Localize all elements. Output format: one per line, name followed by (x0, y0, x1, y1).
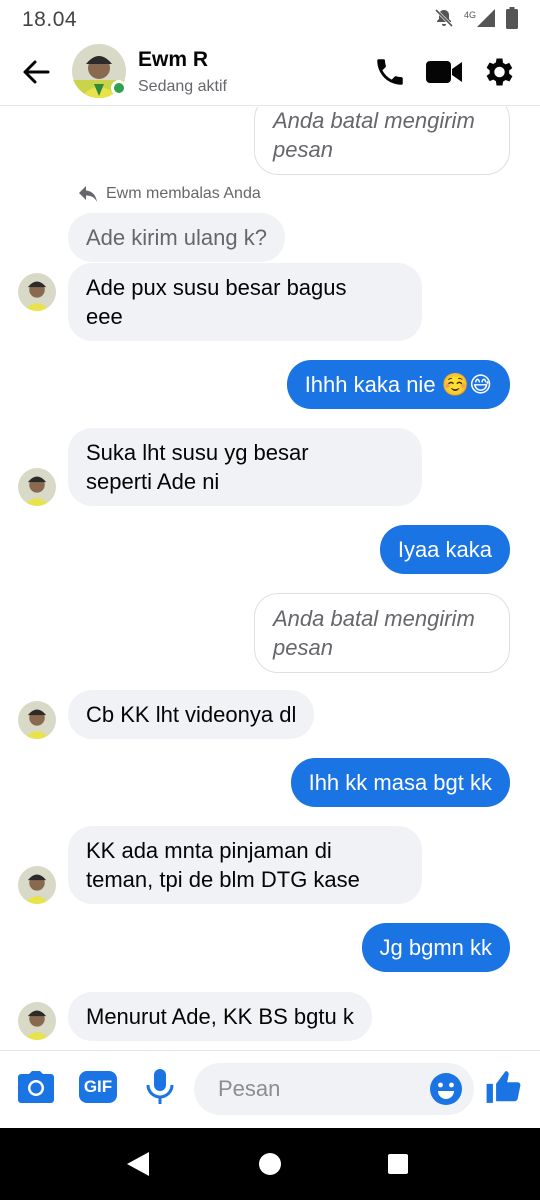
status-icons: 4G (434, 6, 518, 34)
message-bubble-outgoing[interactable]: Ihh kk masa bgt kk (290, 758, 510, 807)
message-bubble-outgoing[interactable]: Ihhh kaka nie ☺️😅 (286, 360, 510, 409)
like-button[interactable] (484, 1067, 524, 1107)
gif-button[interactable]: GIF (78, 1067, 118, 1107)
camera-button[interactable] (16, 1067, 56, 1107)
microphone-icon (146, 1069, 174, 1104)
network-label: 4G (463, 10, 476, 20)
video-call-button[interactable] (424, 52, 464, 92)
contact-avatar-small (18, 273, 56, 311)
recents-square-icon (388, 1154, 408, 1174)
quoted-message[interactable]: Ade kirim ulang k? (68, 213, 285, 262)
status-bar: 18.04 4G (0, 0, 540, 40)
message-bubble-incoming[interactable]: KK ada mnta pinjaman di teman, tpi de bl… (68, 826, 422, 904)
battery-icon (506, 6, 518, 34)
camera-icon (18, 1071, 54, 1103)
system-navigation-bar (0, 1128, 540, 1200)
conversation-header: Ewm R Sedang aktif (0, 40, 540, 106)
message-list[interactable]: Anda batal mengirim pesan Ewm membalas A… (0, 107, 540, 1050)
nav-home-button[interactable] (252, 1146, 288, 1182)
message-bubble-outgoing[interactable]: Iyaa kaka (379, 525, 510, 574)
reply-note-text: Ewm membalas Anda (106, 185, 261, 202)
reply-note: Ewm membalas Anda (78, 185, 261, 203)
home-circle-icon (259, 1153, 281, 1175)
emoji-icon (430, 1073, 462, 1105)
back-button[interactable] (18, 54, 54, 90)
back-triangle-icon (127, 1152, 149, 1176)
message-bubble-incoming[interactable]: Cb KK lht videonya dl (68, 690, 315, 739)
mute-bell-icon (434, 8, 454, 33)
reply-arrow-icon (79, 186, 97, 202)
contact-name[interactable]: Ewm R (138, 48, 208, 72)
online-indicator (111, 80, 127, 96)
unsent-message: Anda batal mengirim pesan (254, 593, 510, 673)
nav-back-button[interactable] (120, 1146, 156, 1182)
video-icon (426, 61, 462, 83)
settings-button[interactable] (478, 52, 518, 92)
nav-recents-button[interactable] (380, 1146, 416, 1182)
composer-bar: GIF (0, 1050, 540, 1128)
contact-status: Sedang aktif (138, 78, 227, 95)
message-bubble-incoming[interactable]: Ade pux susu besar bagus eee (68, 263, 422, 341)
emoji-button[interactable] (428, 1071, 464, 1107)
message-bubble-incoming[interactable]: Menurut Ade, KK BS bgtu k (68, 992, 372, 1041)
contact-avatar-small (18, 1002, 56, 1040)
contact-avatar-small (18, 468, 56, 506)
message-bubble-incoming[interactable]: Suka lht susu yg besar seperti Ade ni (68, 428, 422, 506)
message-bubble-outgoing[interactable]: Jg bgmn kk (361, 923, 510, 972)
status-time: 18.04 (22, 8, 78, 31)
gear-icon (486, 58, 513, 86)
gif-label: GIF (83, 1077, 113, 1096)
contact-avatar-small (18, 701, 56, 739)
voice-message-button[interactable] (140, 1067, 180, 1107)
unsent-message: Anda batal mengirim pesan (254, 107, 510, 175)
voice-call-button[interactable] (370, 52, 410, 92)
back-arrow-icon (23, 60, 50, 84)
thumbs-up-icon (486, 1071, 521, 1103)
phone-icon (377, 59, 403, 85)
contact-avatar-small (18, 866, 56, 904)
signal-icon (476, 8, 496, 33)
